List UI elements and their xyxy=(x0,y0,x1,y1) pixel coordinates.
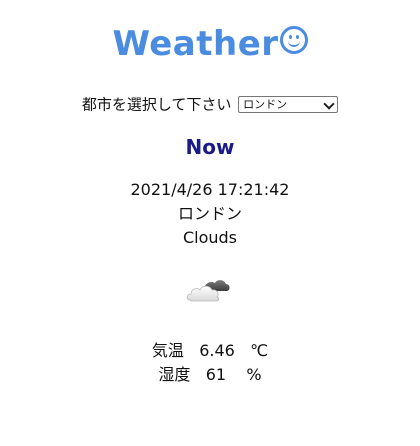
city-select-label: 都市を選択して下さい xyxy=(81,95,232,114)
cloud-icon xyxy=(186,276,230,304)
app-title: Weather xyxy=(0,20,420,68)
humidity-value: 61 xyxy=(205,365,227,384)
app-title-text: Weather xyxy=(112,24,279,64)
chevron-down-icon xyxy=(323,98,335,110)
city-selector-row: 都市を選択して下さい ロンドン xyxy=(0,93,420,116)
section-heading: Now xyxy=(185,135,235,159)
humidity-unit: % xyxy=(246,365,262,384)
humidity-row: 湿度 61 % xyxy=(0,363,420,387)
current-city: ロンドン xyxy=(177,204,242,223)
city-select[interactable]: ロンドン xyxy=(238,96,339,113)
current-datetime: 2021/4/26 17:21:42 xyxy=(130,180,290,199)
temperature-value: 6.46 xyxy=(199,341,235,360)
temperature-unit: ℃ xyxy=(250,341,269,360)
temperature-label: 気温 xyxy=(151,341,184,360)
humidity-label: 湿度 xyxy=(158,365,191,384)
city-select-value: ロンドン xyxy=(243,98,288,111)
weather-app: Weather 都市を選択して下さい ロンドン Now 2021/4/26 17… xyxy=(0,0,420,446)
weather-condition: Clouds xyxy=(182,228,238,247)
smiley-face-icon xyxy=(279,26,308,54)
smiley-mouth xyxy=(287,38,300,47)
temperature-row: 気温 6.46 ℃ xyxy=(0,339,420,363)
